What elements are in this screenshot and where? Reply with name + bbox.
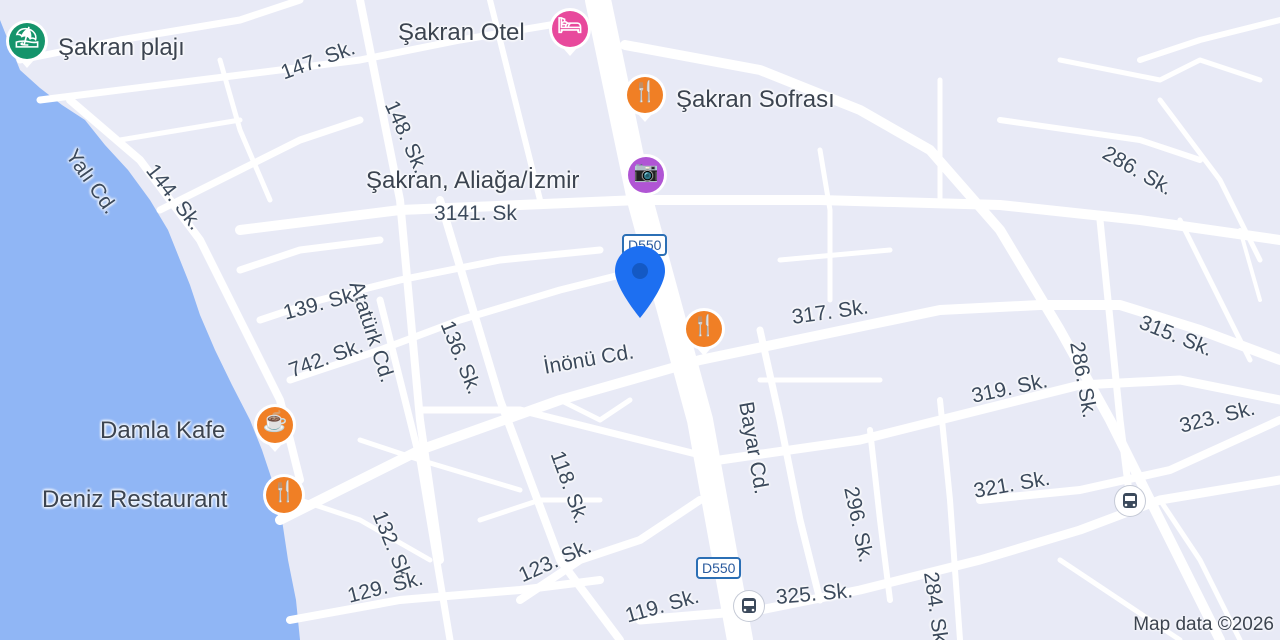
beach-icon: ⛱ xyxy=(14,27,40,49)
poi-label[interactable]: Şakran plajı xyxy=(58,34,185,62)
poi-label[interactable]: Şakran, Aliağa/İzmir xyxy=(366,167,579,195)
street-label: 3141. Sk xyxy=(434,202,517,225)
location-pin[interactable] xyxy=(612,244,668,327)
route-shield: D550 xyxy=(696,557,742,579)
map-attribution: Map data ©2026 xyxy=(1133,614,1274,635)
fork-knife-icon: 🍴 xyxy=(691,315,717,337)
bus-icon xyxy=(1123,493,1137,508)
fork-knife-icon: 🍴 xyxy=(632,81,658,103)
poi-marker-restaurant[interactable]: 🍴 xyxy=(681,306,727,358)
bus-stop-marker[interactable] xyxy=(734,591,764,621)
poi-marker-hotel[interactable]: 🛏 xyxy=(547,6,593,58)
poi-marker-beach[interactable]: ⛱ xyxy=(4,18,50,70)
bed-icon: 🛏 xyxy=(557,15,583,37)
poi-marker-cafe[interactable]: ☕ xyxy=(252,402,298,454)
poi-marker-attraction[interactable]: 📷 xyxy=(623,152,669,204)
coffee-cup-icon: ☕ xyxy=(262,411,288,433)
poi-label[interactable]: Şakran Sofrası xyxy=(676,86,835,114)
poi-label[interactable]: Damla Kafe xyxy=(100,417,225,445)
poi-label[interactable]: Deniz Restaurant xyxy=(42,486,227,514)
bus-stop-marker[interactable] xyxy=(1115,486,1145,516)
camera-icon: 📷 xyxy=(633,161,659,183)
poi-marker-restaurant[interactable]: 🍴 xyxy=(622,72,668,124)
poi-label[interactable]: Şakran Otel xyxy=(398,19,525,47)
bus-icon xyxy=(742,598,756,613)
poi-marker-restaurant[interactable]: 🍴 xyxy=(261,472,307,524)
map-canvas[interactable]: 147. Sk. 148. Sk. Yalı Cd. 144. Sk. 3141… xyxy=(0,0,1280,640)
fork-knife-icon: 🍴 xyxy=(271,481,297,503)
